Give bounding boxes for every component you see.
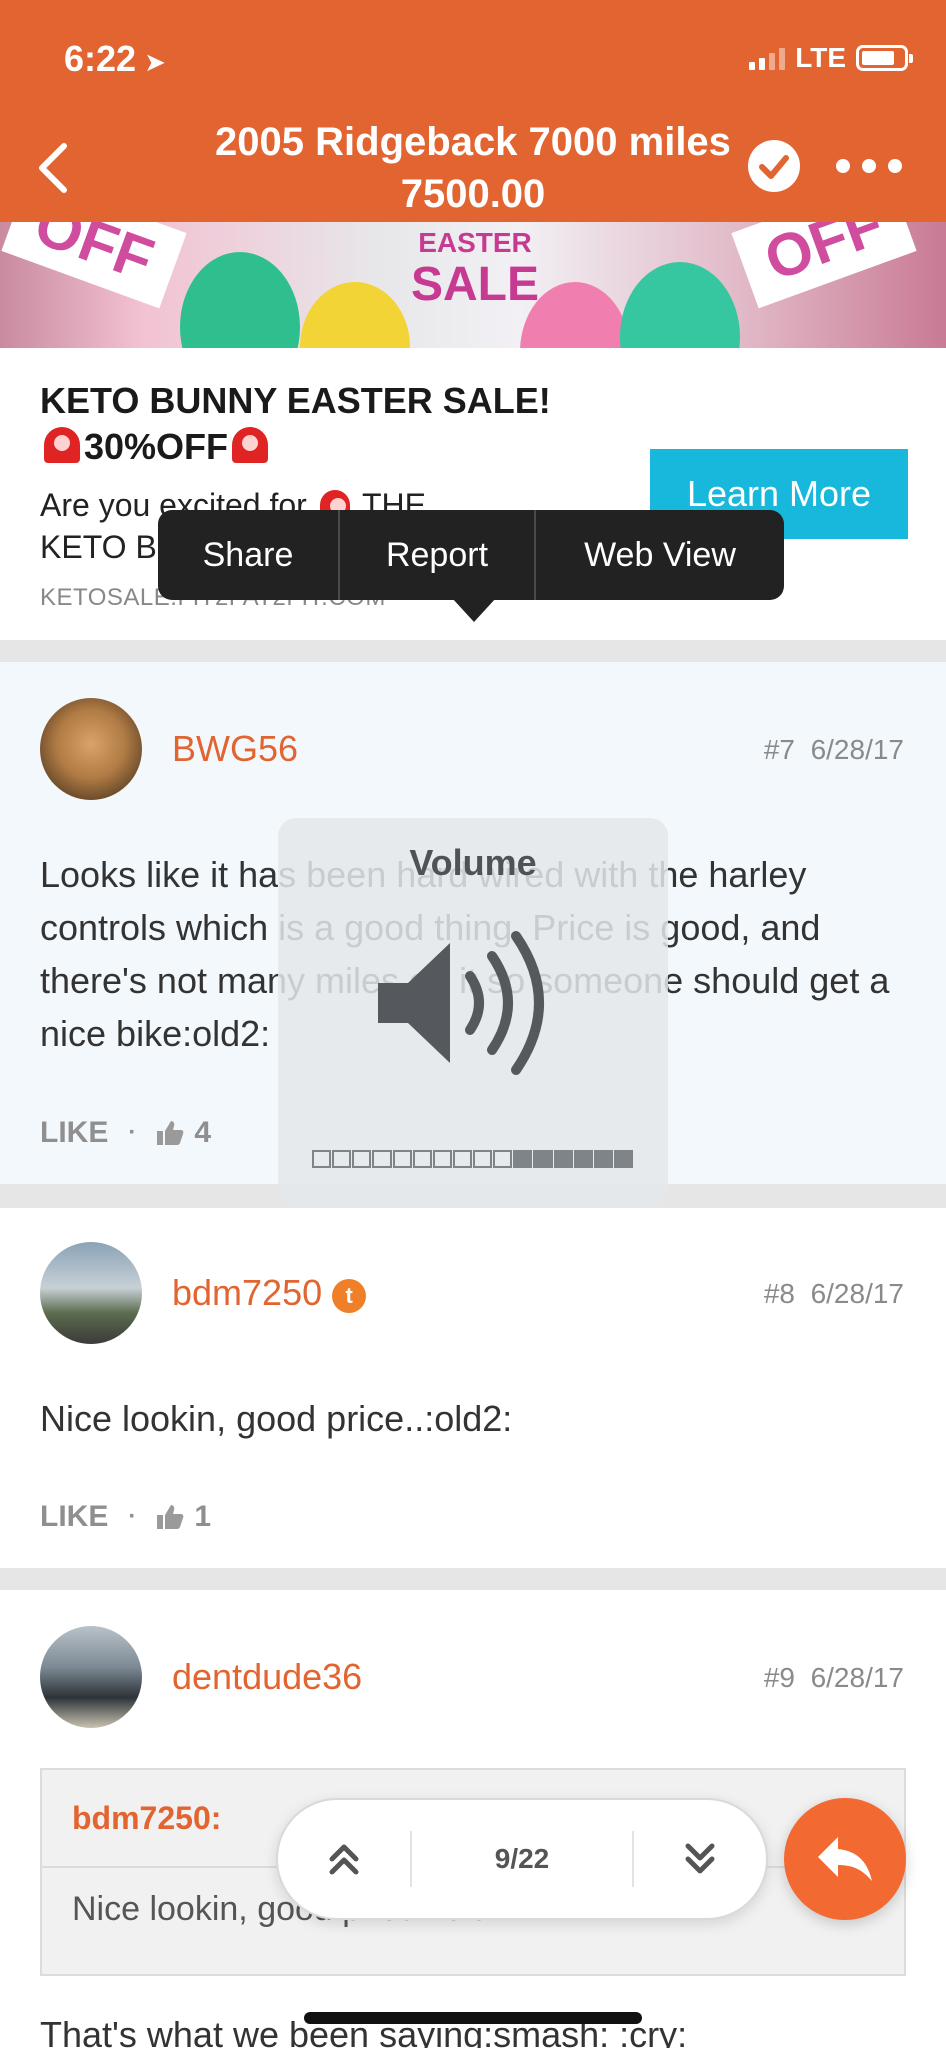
volume-segment xyxy=(513,1150,533,1168)
context-menu-pointer xyxy=(452,598,496,622)
menu-item-share[interactable]: Share xyxy=(158,510,340,600)
post-meta: #9 6/28/17 xyxy=(763,1662,904,1693)
volume-segment xyxy=(533,1150,553,1168)
thread-title: 2005 Ridgeback 7000 miles 7500.00 xyxy=(215,120,731,216)
ad-sign-right: OFF xyxy=(731,222,917,309)
volume-segment xyxy=(493,1150,513,1168)
clock-text: 6:22 xyxy=(64,38,137,79)
status-indicators: LTE xyxy=(749,42,913,74)
volume-hud: Volume xyxy=(278,818,668,1208)
easter-egg-icon xyxy=(180,252,300,348)
top-bar: 6:22 ➤ LTE 2005 Ridgeback 7000 miles 7500… xyxy=(0,0,946,222)
dot-icon xyxy=(888,159,902,173)
last-page-button[interactable] xyxy=(634,1800,766,1918)
status-time: 6:22 ➤ xyxy=(64,38,166,80)
avatar[interactable] xyxy=(40,1242,142,1344)
menu-item-report[interactable]: Report xyxy=(340,510,536,600)
reply-arrow-icon xyxy=(818,1837,872,1881)
like-button[interactable]: LIKE xyxy=(40,1500,108,1534)
speaker-volume-icon xyxy=(378,931,544,1075)
volume-segment xyxy=(392,1150,412,1168)
signal-icon xyxy=(749,46,786,70)
chevron-left-icon xyxy=(39,143,67,193)
more-options-button[interactable] xyxy=(836,150,902,182)
easter-egg-icon xyxy=(620,262,740,348)
like-count: 4 xyxy=(194,1116,212,1149)
thumbs-up-icon xyxy=(157,1121,184,1145)
volume-level-bar xyxy=(312,1150,634,1168)
network-label: LTE xyxy=(795,42,846,73)
volume-segment xyxy=(553,1150,573,1168)
volume-segment xyxy=(432,1150,452,1168)
first-page-button[interactable] xyxy=(278,1800,410,1918)
like-row: LIKE · 4 xyxy=(40,1116,212,1150)
ad-sign-left: OFF xyxy=(1,222,187,309)
volume-segment xyxy=(352,1150,372,1168)
dot-icon xyxy=(862,159,876,173)
siren-icon xyxy=(44,427,80,463)
like-count: 1 xyxy=(194,1500,212,1533)
volume-segment xyxy=(412,1150,432,1168)
thumbs-up-icon xyxy=(157,1505,184,1529)
volume-segment xyxy=(593,1150,613,1168)
ad-banner-image[interactable]: OFF EASTER SALE OFF xyxy=(0,222,946,348)
divider xyxy=(0,640,946,662)
page-navigator: 9/22 xyxy=(276,1798,768,1920)
checkmark-icon xyxy=(759,155,789,179)
post-username[interactable]: dentdude36 xyxy=(172,1656,362,1698)
avatar[interactable] xyxy=(40,1626,142,1728)
post-username[interactable]: bdm7250 t xyxy=(172,1272,367,1314)
post-body: Nice lookin, good price..:old2: xyxy=(40,1398,513,1439)
volume-segment xyxy=(452,1150,472,1168)
siren-icon xyxy=(232,427,269,463)
ad-sale-label: EASTER SALE xyxy=(410,227,539,311)
volume-segment xyxy=(332,1150,352,1168)
volume-segment xyxy=(473,1150,493,1168)
reply-button[interactable] xyxy=(784,1798,906,1920)
subscribe-button[interactable] xyxy=(748,140,800,192)
double-chevron-up-icon xyxy=(329,1844,359,1875)
home-indicator xyxy=(304,2012,642,2024)
like-button[interactable]: LIKE xyxy=(40,1116,108,1150)
volume-segment xyxy=(372,1150,392,1168)
post-meta: #7 6/28/17 xyxy=(763,734,904,765)
volume-title: Volume xyxy=(409,842,537,883)
tapatalk-badge-icon: t xyxy=(332,1279,367,1313)
location-arrow-icon: ➤ xyxy=(144,47,166,77)
post-meta: #8 6/28/17 xyxy=(763,1278,904,1309)
volume-segment xyxy=(312,1150,332,1168)
volume-segment xyxy=(573,1150,593,1168)
like-row: LIKE · 1 xyxy=(40,1500,212,1534)
back-button[interactable] xyxy=(32,138,76,198)
context-menu: Share Report Web View xyxy=(158,510,784,600)
menu-item-web-view[interactable]: Web View xyxy=(536,510,784,600)
double-chevron-down-icon xyxy=(685,1843,715,1874)
ad-title[interactable]: KETO BUNNY EASTER SALE! 30%OFF xyxy=(40,378,600,470)
post-item: bdm7250 t #8 6/28/17 Nice lookin, good pr… xyxy=(0,1208,946,1568)
divider xyxy=(0,1568,946,1590)
battery-icon xyxy=(856,45,913,71)
post-username[interactable]: BWG56 xyxy=(172,728,298,770)
page-count[interactable]: 9/22 xyxy=(412,1843,632,1875)
volume-segment xyxy=(613,1150,633,1168)
avatar[interactable] xyxy=(40,698,142,800)
dot-icon xyxy=(836,159,850,173)
